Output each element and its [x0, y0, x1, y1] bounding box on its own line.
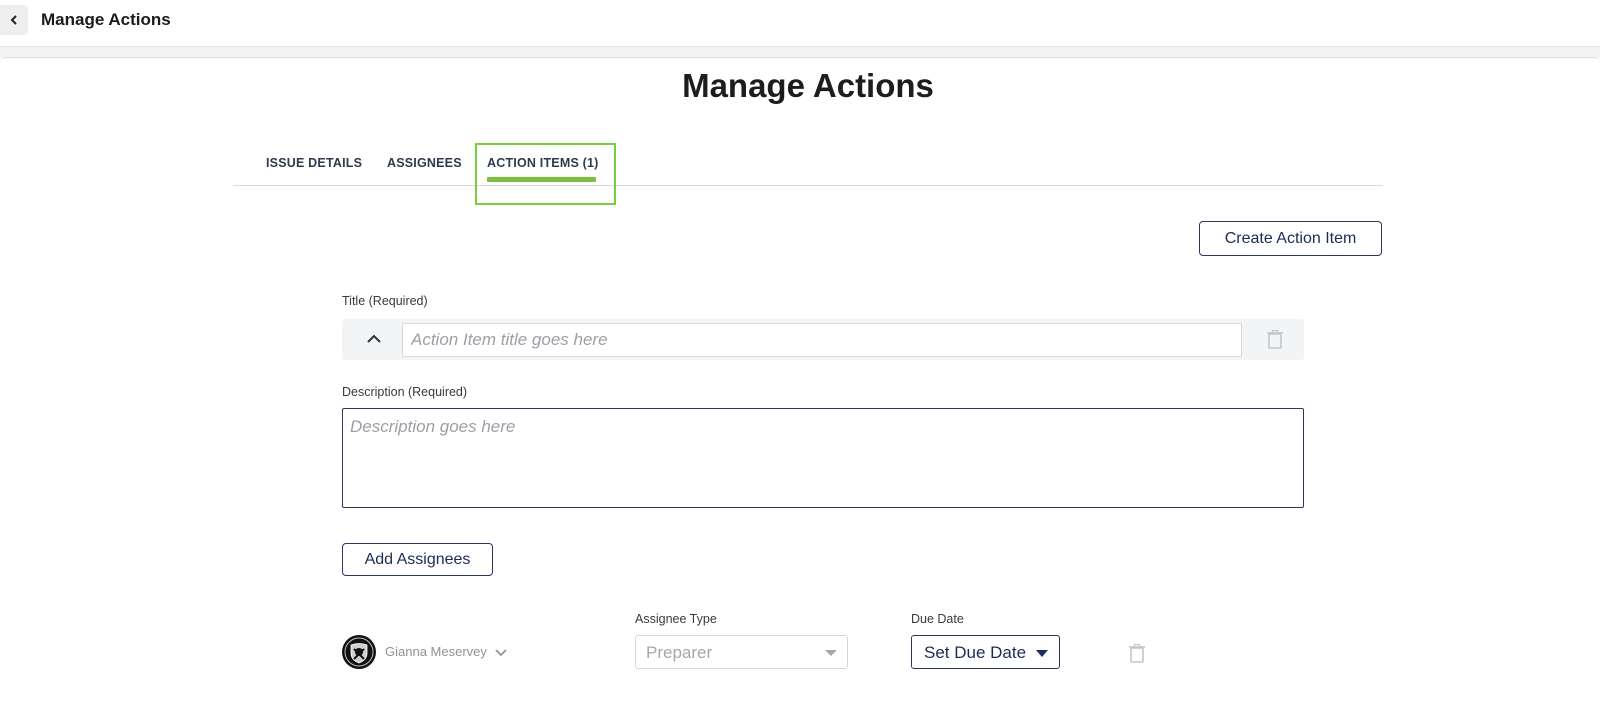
due-date-label: Due Date: [911, 612, 964, 626]
action-item-title-input[interactable]: [402, 323, 1242, 357]
tab-issue-details[interactable]: ISSUE DETAILS: [266, 156, 362, 170]
assignee-name[interactable]: Gianna Meservey: [385, 644, 487, 659]
assignee-type-select[interactable]: Preparer: [635, 635, 848, 669]
create-action-item-button[interactable]: Create Action Item: [1199, 221, 1382, 256]
trash-icon[interactable]: [1126, 642, 1148, 664]
chevron-up-icon[interactable]: [364, 329, 384, 349]
assignee-type-label: Assignee Type: [635, 612, 717, 626]
tab-action-items[interactable]: ACTION ITEMS (1): [487, 156, 599, 170]
topbar-title: Manage Actions: [41, 10, 171, 29]
avatar: [342, 635, 376, 669]
due-date-value: Set Due Date: [924, 643, 1027, 662]
active-tab-indicator: [487, 177, 596, 182]
top-bar: Manage Actions: [0, 0, 1600, 46]
tab-bar: ISSUE DETAILS ASSIGNEES ACTION ITEMS (1): [233, 142, 1383, 186]
caret-down-icon: [1036, 650, 1048, 657]
due-date-dropdown[interactable]: Set Due Date: [911, 635, 1060, 669]
assignee-type-value: Preparer: [646, 643, 713, 662]
back-button[interactable]: [0, 5, 28, 35]
chevron-down-icon[interactable]: [493, 645, 509, 661]
action-item-title-row: [342, 319, 1304, 360]
add-assignees-button[interactable]: Add Assignees: [342, 543, 493, 576]
chevron-left-icon: [10, 15, 17, 25]
description-textarea[interactable]: [342, 408, 1304, 508]
description-label: Description (Required): [342, 385, 468, 399]
raiders-logo-icon: [344, 637, 374, 667]
title-label: Title (Required): [342, 294, 428, 308]
tab-assignees[interactable]: ASSIGNEES: [387, 156, 462, 170]
caret-down-icon: [825, 650, 837, 656]
page-title: Manage Actions: [682, 67, 934, 104]
trash-icon[interactable]: [1264, 328, 1286, 350]
